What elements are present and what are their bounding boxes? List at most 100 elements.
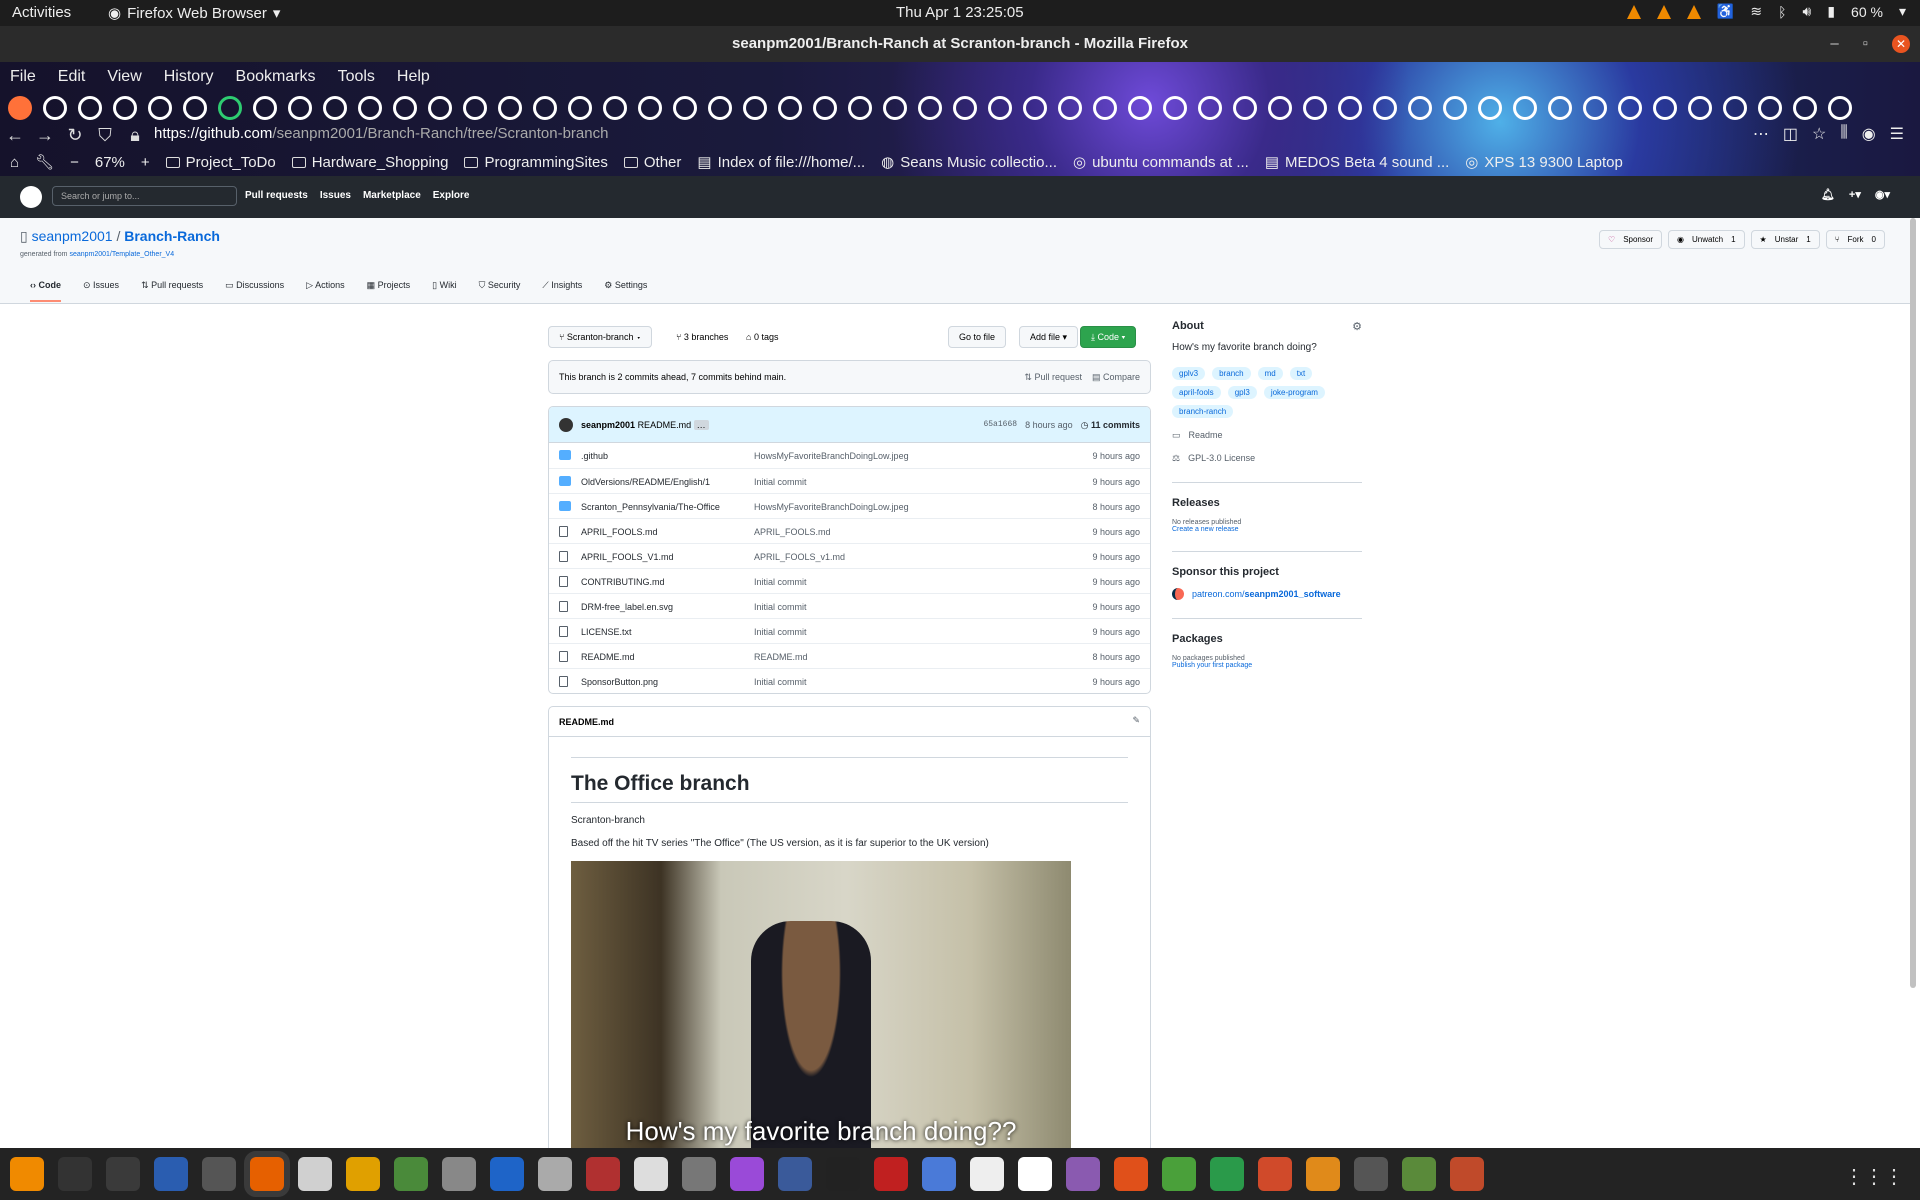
file-name[interactable]: .github — [581, 451, 608, 461]
topic-tag[interactable]: gpl3 — [1227, 386, 1257, 399]
more-icon[interactable]: ⋯ — [1753, 124, 1769, 144]
browser-tab[interactable] — [1443, 96, 1467, 120]
file-row[interactable]: CONTRIBUTING.md Initial commit 9 hours ago — [549, 568, 1150, 593]
browser-tab[interactable] — [743, 96, 767, 120]
github-logo-icon[interactable] — [20, 186, 42, 208]
plus-icon[interactable]: +▾ — [1849, 188, 1861, 201]
vlc-icon[interactable] — [10, 1157, 44, 1191]
browser-tab[interactable] — [498, 96, 522, 120]
accessibility-icon[interactable]: ♿ — [1717, 3, 1734, 20]
browser-tab[interactable] — [1233, 96, 1257, 120]
file-commit-message[interactable]: Initial commit — [754, 577, 807, 587]
image-viewer-icon[interactable] — [538, 1157, 572, 1191]
browser-tab[interactable] — [1828, 96, 1852, 120]
topic-tag[interactable]: branch-ranch — [1172, 405, 1234, 418]
nav-marketplace[interactable]: Marketplace — [363, 190, 421, 201]
nav-pull-requests[interactable]: Pull requests — [245, 190, 308, 201]
file-commit-message[interactable]: HowsMyFavoriteBranchDoingLow.jpeg — [754, 502, 909, 512]
home-icon[interactable]: ⌂ — [10, 154, 19, 171]
commit-age[interactable]: 8 hours ago — [1025, 420, 1073, 431]
browser-tab[interactable] — [638, 96, 662, 120]
file-name[interactable]: OldVersions/README/English/1 — [581, 477, 710, 487]
nav-explore[interactable]: Explore — [433, 190, 470, 201]
inkscape-icon[interactable] — [778, 1157, 812, 1191]
packages-title[interactable]: Packages — [1172, 633, 1362, 645]
pull-request-link[interactable]: ⇅ Pull request — [1024, 372, 1082, 383]
files-icon[interactable] — [298, 1157, 332, 1191]
browser-tab[interactable] — [813, 96, 837, 120]
volume-icon[interactable]: 🔊︎ — [1803, 3, 1812, 20]
compare-link[interactable]: ▤ Compare — [1092, 372, 1140, 383]
text-editor-icon[interactable] — [154, 1157, 188, 1191]
browser-tab[interactable] — [288, 96, 312, 120]
app-store-icon[interactable] — [1066, 1157, 1100, 1191]
vlc-icon-3[interactable] — [1686, 4, 1701, 19]
tab-discussions[interactable]: ▭ Discussions — [225, 280, 284, 302]
browser-tab[interactable] — [708, 96, 732, 120]
audio-icon[interactable] — [586, 1157, 620, 1191]
repo-owner-link[interactable]: seanpm2001 — [32, 228, 113, 244]
tab-settings[interactable]: ⚙ Settings — [604, 280, 647, 302]
tab-actions[interactable]: ▷ Actions — [306, 280, 344, 302]
patreon-link[interactable]: patreon.com/seanpm2001_software — [1172, 588, 1362, 600]
bookmark-xps[interactable]: ◎ XPS 13 9300 Laptop — [1465, 153, 1623, 172]
browser-tab[interactable] — [183, 96, 207, 120]
bookmark-folder-other[interactable]: Other — [623, 154, 681, 171]
browser-tab[interactable] — [953, 96, 977, 120]
browser-tab[interactable] — [1618, 96, 1642, 120]
bookmark-folder-projecttodo[interactable]: Project_ToDo — [165, 154, 276, 171]
search-input[interactable]: Search or jump to... — [52, 186, 237, 206]
browser-tab[interactable] — [1513, 96, 1537, 120]
topic-tag[interactable]: branch — [1212, 367, 1251, 380]
bookmark-music[interactable]: ◍ Seans Music collectio... — [881, 153, 1057, 172]
create-release-link[interactable]: Create a new release — [1172, 526, 1239, 533]
bookmark-ubuntu[interactable]: ◎ ubuntu commands at ... — [1073, 153, 1249, 172]
nav-issues[interactable]: Issues — [320, 190, 351, 201]
zoom-out-button[interactable]: − — [70, 154, 79, 171]
unwatch-button[interactable]: ◉ Unwatch 1 — [1667, 230, 1745, 249]
clock[interactable]: Thu Apr 1 23:25:05 — [896, 4, 1024, 21]
show-apps-icon[interactable]: ⋮⋮⋮ — [1844, 1164, 1904, 1189]
browser-tab[interactable] — [883, 96, 907, 120]
releases-title[interactable]: Releases — [1172, 497, 1362, 509]
bookmark-folder-hardware[interactable]: Hardware_Shopping — [291, 154, 448, 171]
go-to-file-button[interactable]: Go to file — [948, 326, 1007, 348]
maximize-icon[interactable]: ▫ — [1863, 26, 1868, 62]
file-commit-message[interactable]: Initial commit — [754, 677, 807, 687]
commit-message[interactable]: README.md — [638, 420, 692, 430]
browser-tab[interactable] — [603, 96, 627, 120]
branch-select-button[interactable]: ⑂ Scranton-branch ▾ — [548, 326, 653, 348]
repo-name-link[interactable]: Branch-Ranch — [124, 228, 220, 244]
atom-icon[interactable] — [634, 1157, 668, 1191]
star-count[interactable]: 1 — [1806, 235, 1810, 244]
browser-tab[interactable] — [463, 96, 487, 120]
url-bar[interactable]: https://github.com/seanpm2001/Branch-Ran… — [154, 125, 608, 142]
file-commit-message[interactable]: README.md — [754, 652, 808, 662]
file-row[interactable]: .github HowsMyFavoriteBranchDoingLow.jpeg… — [549, 443, 1150, 468]
shield-icon[interactable]: ⛉ — [90, 125, 120, 146]
tab-insights[interactable]: ⟋ Insights — [542, 280, 582, 302]
template-link[interactable]: seanpm2001/Template_Other_V4 — [69, 251, 174, 258]
system-tray[interactable]: ♿ ≋ ᛒ 🔊︎ ▮ 60 % ▾ — [1626, 3, 1906, 20]
pen-icon[interactable] — [1450, 1157, 1484, 1191]
star-icon[interactable]: ☆ — [1812, 124, 1826, 144]
file-commit-message[interactable]: Initial commit — [754, 602, 807, 612]
gnome-software-icon[interactable] — [394, 1157, 428, 1191]
file-commit-message[interactable]: HowsMyFavoriteBranchDoingLow.jpeg — [754, 451, 909, 461]
browser-tab[interactable] — [568, 96, 592, 120]
file-name[interactable]: README.md — [581, 652, 635, 662]
writer-icon[interactable] — [490, 1157, 524, 1191]
tab-wiki[interactable]: ▯ Wiki — [432, 280, 456, 302]
bell-icon[interactable]: 🔔︎ — [1821, 188, 1835, 201]
file-name[interactable]: Scranton_Pennsylvania/The-Office — [581, 502, 720, 512]
file-name[interactable]: APRIL_FOOLS.md — [581, 527, 658, 537]
browser-tab[interactable] — [1793, 96, 1817, 120]
settings-icon[interactable] — [442, 1157, 476, 1191]
topic-tag[interactable]: txt — [1289, 367, 1313, 380]
browser-tab[interactable] — [1163, 96, 1187, 120]
bluetooth-icon[interactable]: ᛒ — [1778, 4, 1786, 20]
folder-icon[interactable] — [1114, 1157, 1148, 1191]
file-name[interactable]: DRM-free_label.en.svg — [581, 602, 673, 612]
camera-icon[interactable] — [682, 1157, 716, 1191]
file-row[interactable]: APRIL_FOOLS_V1.md APRIL_FOOLS_v1.md 9 hour… — [549, 543, 1150, 568]
